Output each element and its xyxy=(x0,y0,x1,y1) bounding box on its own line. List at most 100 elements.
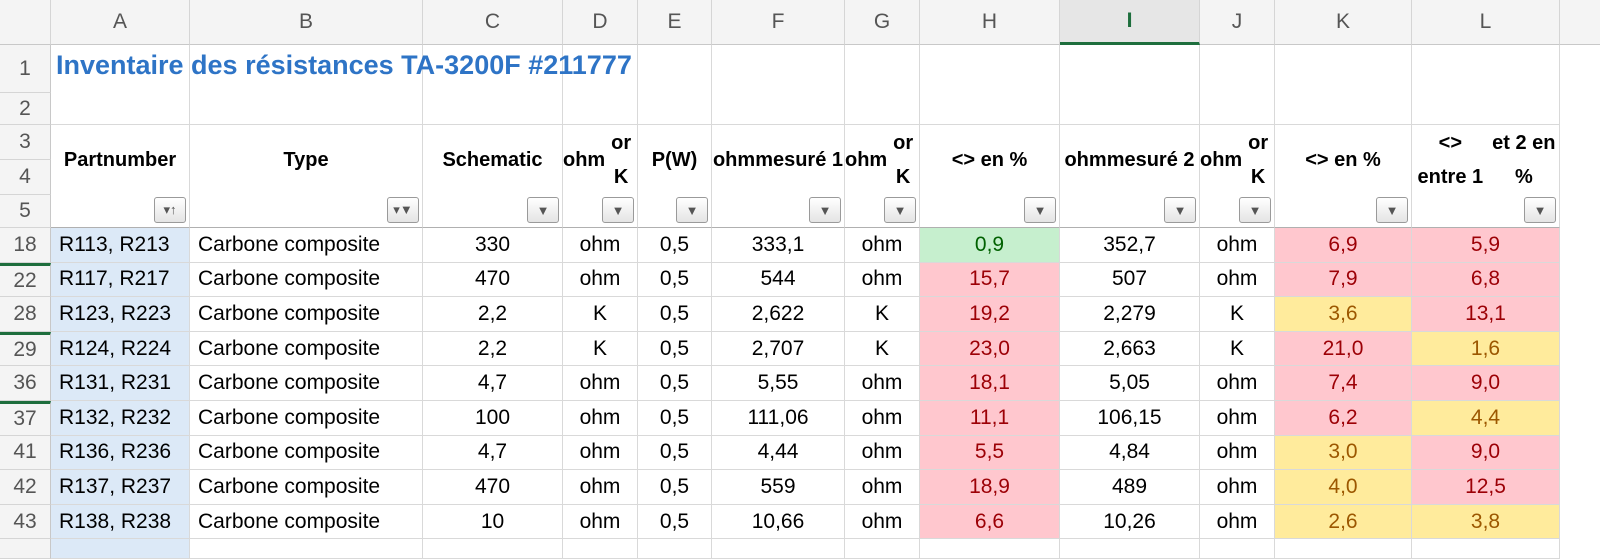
table-cell[interactable]: 18,9 xyxy=(920,470,1060,505)
table-cell[interactable]: 4,7 xyxy=(423,366,563,401)
table-cell[interactable]: 106,15 xyxy=(1060,401,1200,436)
table-cell[interactable]: 100 xyxy=(423,401,563,436)
row-header[interactable]: 22 xyxy=(0,262,51,298)
table-cell[interactable]: Carbone composite xyxy=(190,470,423,505)
table-cell[interactable]: ohm xyxy=(845,262,920,298)
table-cell[interactable]: R132, R232 xyxy=(51,401,190,436)
table-cell[interactable]: 0,5 xyxy=(638,262,712,298)
row-header[interactable]: 37 xyxy=(0,401,51,436)
table-cell[interactable]: K xyxy=(563,331,638,367)
table-cell[interactable]: ohm xyxy=(563,228,638,263)
table-cell[interactable]: 559 xyxy=(712,470,845,505)
table-cell[interactable]: 5,5 xyxy=(920,435,1060,471)
row-header[interactable]: 36 xyxy=(0,366,51,401)
column-header-h[interactable]: H xyxy=(920,0,1060,45)
table-cell[interactable]: 2,2 xyxy=(423,331,563,367)
table-cell[interactable]: Carbone composite xyxy=(190,435,423,471)
table-cell[interactable]: ohm xyxy=(845,470,920,505)
table-cell[interactable] xyxy=(190,539,423,560)
column-header-e[interactable]: E xyxy=(638,0,712,45)
table-cell[interactable]: 23,0 xyxy=(920,331,1060,367)
column-header-g[interactable]: G xyxy=(845,0,920,45)
row-header[interactable]: 43 xyxy=(0,504,51,540)
table-cell[interactable]: 3,0 xyxy=(1275,435,1412,471)
table-cell[interactable]: 470 xyxy=(423,262,563,298)
active-filter-button[interactable]: ▾▼ xyxy=(387,197,419,223)
table-cell[interactable] xyxy=(920,539,1060,560)
table-cell[interactable]: Carbone composite xyxy=(190,366,423,401)
table-cell[interactable]: R113, R213 xyxy=(51,228,190,263)
table-cell[interactable]: R124, R224 xyxy=(51,331,190,367)
table-cell[interactable] xyxy=(638,539,712,560)
table-cell[interactable]: 10,66 xyxy=(712,504,845,540)
table-cell[interactable]: K xyxy=(845,297,920,332)
table-cell[interactable]: ohm xyxy=(845,435,920,471)
filter-dropdown-button[interactable]: ▼ xyxy=(676,197,708,223)
table-cell[interactable]: 2,622 xyxy=(712,297,845,332)
table-cell[interactable]: Carbone composite xyxy=(190,504,423,540)
table-cell[interactable]: 507 xyxy=(1060,262,1200,298)
table-cell[interactable]: 4,84 xyxy=(1060,435,1200,471)
table-cell[interactable] xyxy=(845,539,920,560)
table-cell[interactable]: 0,5 xyxy=(638,297,712,332)
table-cell[interactable]: R138, R238 xyxy=(51,504,190,540)
table-cell[interactable]: 2,6 xyxy=(1275,504,1412,540)
table-cell[interactable] xyxy=(1275,539,1412,560)
table-cell[interactable]: ohm xyxy=(1200,401,1275,436)
table-cell[interactable]: 5,9 xyxy=(1412,228,1560,263)
table-cell[interactable]: ohm xyxy=(1200,228,1275,263)
filter-dropdown-button[interactable]: ▼ xyxy=(1524,197,1556,223)
table-cell[interactable]: 13,1 xyxy=(1412,297,1560,332)
table-cell[interactable]: ohm xyxy=(845,228,920,263)
table-cell[interactable]: Carbone composite xyxy=(190,228,423,263)
table-cell[interactable]: 19,2 xyxy=(920,297,1060,332)
table-cell[interactable]: K xyxy=(563,297,638,332)
filter-dropdown-button[interactable]: ▼ xyxy=(1164,197,1196,223)
row-header[interactable]: 5 xyxy=(0,195,51,228)
table-cell[interactable]: 111,06 xyxy=(712,401,845,436)
column-header-b[interactable]: B xyxy=(190,0,423,45)
table-cell[interactable]: 544 xyxy=(712,262,845,298)
table-cell[interactable]: ohm xyxy=(563,401,638,436)
filter-dropdown-button[interactable]: ▼ xyxy=(809,197,841,223)
table-cell[interactable]: 352,7 xyxy=(1060,228,1200,263)
table-cell[interactable]: 11,1 xyxy=(920,401,1060,436)
table-cell[interactable]: Carbone composite xyxy=(190,297,423,332)
table-cell[interactable]: 0,5 xyxy=(638,331,712,367)
table-cell[interactable]: ohm xyxy=(1200,504,1275,540)
table-cell[interactable]: 2,663 xyxy=(1060,331,1200,367)
table-cell[interactable] xyxy=(1060,539,1200,560)
table-cell[interactable]: 6,2 xyxy=(1275,401,1412,436)
table-cell[interactable]: 0,5 xyxy=(638,228,712,263)
table-cell[interactable]: 0,5 xyxy=(638,401,712,436)
table-cell[interactable]: 3,6 xyxy=(1275,297,1412,332)
table-cell[interactable]: R117, R217 xyxy=(51,262,190,298)
table-cell[interactable]: 0,5 xyxy=(638,470,712,505)
table-cell[interactable]: 4,4 xyxy=(1412,401,1560,436)
table-cell[interactable]: 2,2 xyxy=(423,297,563,332)
filter-dropdown-button[interactable]: ▼ xyxy=(527,197,559,223)
table-cell[interactable]: 7,9 xyxy=(1275,262,1412,298)
table-cell[interactable]: Carbone composite xyxy=(190,401,423,436)
table-cell[interactable]: 333,1 xyxy=(712,228,845,263)
table-cell[interactable]: ohm xyxy=(845,366,920,401)
row-header[interactable]: 42 xyxy=(0,470,51,505)
table-cell[interactable]: ohm xyxy=(563,470,638,505)
table-cell[interactable]: 15,7 xyxy=(920,262,1060,298)
table-cell[interactable]: K xyxy=(1200,297,1275,332)
table-cell[interactable]: ohm xyxy=(1200,366,1275,401)
table-cell[interactable]: 10 xyxy=(423,504,563,540)
table-cell[interactable]: 1,6 xyxy=(1412,331,1560,367)
table-cell[interactable]: 330 xyxy=(423,228,563,263)
table-cell[interactable]: 0,5 xyxy=(638,504,712,540)
column-header-d[interactable]: D xyxy=(563,0,638,45)
table-cell[interactable]: ohm xyxy=(563,435,638,471)
table-cell[interactable] xyxy=(1412,539,1560,560)
table-cell[interactable]: 6,9 xyxy=(1275,228,1412,263)
table-cell[interactable]: R136, R236 xyxy=(51,435,190,471)
table-cell[interactable] xyxy=(1200,539,1275,560)
table-cell[interactable]: 9,0 xyxy=(1412,366,1560,401)
table-cell[interactable]: 2,279 xyxy=(1060,297,1200,332)
spreadsheet-grid[interactable]: A B C D E F G H I J K L 1 2 3 4 5 Inventaire des résistan… xyxy=(0,0,1600,560)
table-cell[interactable]: 0,5 xyxy=(638,366,712,401)
